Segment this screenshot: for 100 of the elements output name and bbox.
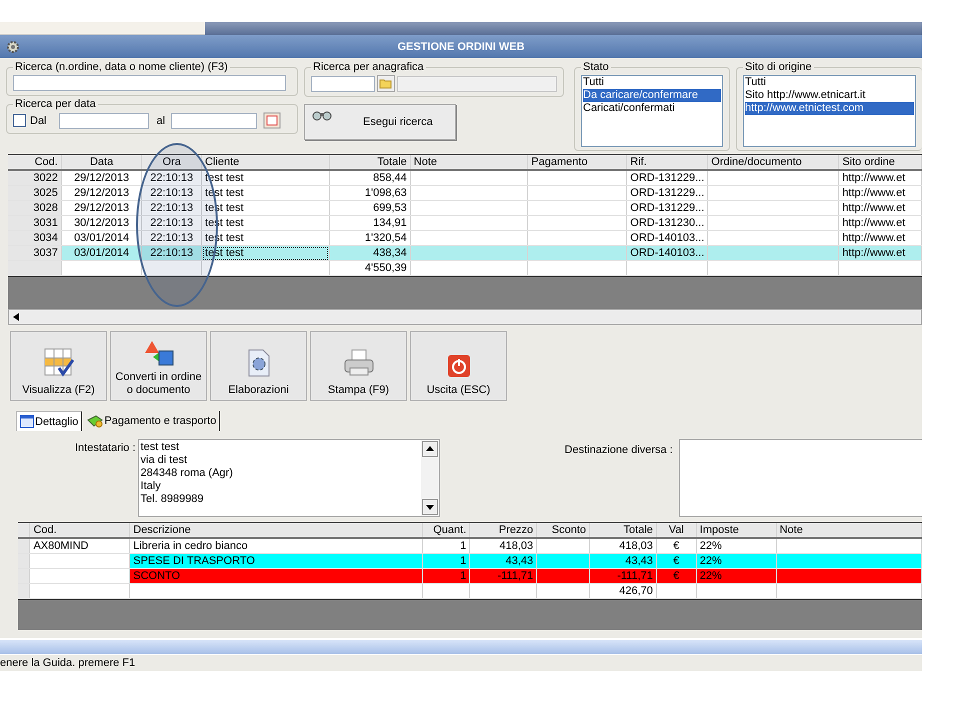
address-field[interactable]: test test via di test 284348 roma (Agr) Italy Tel. 8989989 [138, 439, 440, 517]
column-header[interactable]: Sito ordine [838, 155, 922, 170]
money-icon [87, 414, 104, 428]
table-cell: -111,71 [590, 568, 656, 584]
arrow-down-icon[interactable] [422, 499, 438, 515]
table-cell: 22:10:13 [142, 186, 202, 200]
list-item[interactable]: Tutti [745, 76, 914, 89]
tab[interactable]: Pagamento e trasporto [84, 411, 220, 431]
table-cell: 30/12/2013 [61, 216, 142, 230]
table-cell: 29/12/2013 [61, 170, 142, 186]
column-header[interactable]: Rif. [626, 155, 708, 170]
customer-code-field[interactable] [311, 76, 375, 92]
column-header[interactable]: Note [776, 523, 922, 538]
table-cell: 1 [422, 538, 470, 554]
table-cell: http://www.et [838, 170, 922, 186]
group-label: Ricerca per data [14, 98, 97, 110]
column-header[interactable]: Ora [142, 155, 202, 170]
folder-icon[interactable] [377, 75, 395, 92]
toolbar-button[interactable]: Converti in ordine o documento [110, 331, 207, 401]
table-cell: http://www.et [838, 200, 922, 216]
date-from-field[interactable] [58, 112, 149, 128]
table-cell: 3028 [8, 200, 62, 216]
table-cell: http://www.et [838, 246, 922, 260]
table-cell: 22:10:13 [142, 170, 202, 186]
table-cell: 3025 [8, 186, 62, 200]
column-header[interactable]: Cod. [30, 523, 130, 538]
address-line: via di test [140, 454, 188, 467]
total-value: 4'550,39 [364, 262, 407, 274]
address-line: Tel. 8989989 [140, 493, 205, 506]
splitter-bar[interactable] [0, 640, 922, 654]
toolbar-button[interactable]: Uscita (ESC) [410, 331, 507, 401]
arrow-up-icon[interactable] [422, 441, 438, 457]
table-cell: 22:10:13 [142, 246, 202, 260]
table-cell: 22% [696, 568, 776, 584]
list-item[interactable]: Caricati/confermati [583, 102, 721, 115]
column-header[interactable]: Ordine/documento [708, 155, 839, 170]
column-header[interactable]: Totale [329, 155, 410, 170]
destination-field[interactable] [678, 439, 922, 517]
field-label: al [156, 114, 166, 126]
table-cell: 3034 [8, 230, 62, 246]
calendar-icon[interactable] [263, 112, 282, 129]
table-cell: € [656, 568, 696, 584]
list-item[interactable]: http://www.etnictest.com [745, 102, 914, 115]
column-header[interactable]: Descrizione [130, 523, 423, 538]
status-bar: enere la Guida. premere F1 [0, 654, 922, 671]
window-icon [20, 415, 34, 428]
toolbar-button[interactable]: Visualizza (F2) [10, 331, 107, 401]
list-item[interactable]: Sito http://www.etnicart.it [745, 89, 914, 102]
table-cell: SPESE DI TRASPORTO [130, 554, 423, 568]
table-cell: € [656, 554, 696, 568]
table-cell: ORD-131230... [626, 216, 708, 230]
checkbox[interactable] [13, 114, 26, 127]
table-cell: AX80MIND [30, 538, 130, 554]
field-label: Intestatario : [75, 442, 136, 454]
table-cell: -111,71 [470, 568, 537, 584]
table-cell: 438,34 [329, 246, 410, 260]
column-header[interactable]: Imposte [696, 523, 776, 538]
column-header[interactable]: Cod. [8, 155, 62, 170]
tab[interactable]: Dettaglio [16, 411, 82, 431]
table-cell: ORD-131229... [626, 170, 708, 186]
search-button[interactable]: Esegui ricerca [304, 104, 456, 140]
table-cell: ORD-131229... [626, 186, 708, 200]
table-cell: 418,03 [590, 538, 656, 554]
table-cell: 29/12/2013 [61, 186, 142, 200]
table-cell: 43,43 [590, 554, 656, 568]
table-cell: test test [202, 246, 330, 260]
search-field[interactable] [13, 75, 286, 91]
column-header[interactable]: Prezzo [470, 523, 537, 538]
table-cell: 22% [696, 538, 776, 554]
table-cell: 418,03 [470, 538, 537, 554]
column-header[interactable]: Sconto [536, 523, 590, 538]
table-cell: SCONTO [130, 568, 423, 584]
printer-icon [342, 348, 374, 378]
column-header[interactable]: Totale [590, 523, 656, 538]
column-header[interactable]: Cliente [202, 155, 330, 170]
table-cell: 1 [422, 554, 470, 568]
binoculars-icon [311, 109, 333, 121]
table-cell: ORD-131229... [626, 200, 708, 216]
arrow-left-icon[interactable] [13, 313, 19, 321]
table-cell: 3037 [8, 246, 62, 260]
column-header[interactable]: Pagamento [528, 155, 627, 170]
horizontal-scrollbar[interactable] [8, 309, 922, 325]
table-cell: 22:10:13 [142, 200, 202, 216]
list-item[interactable]: Da caricare/confermare [583, 89, 721, 102]
window-title: GESTIONE ORDINI WEB [397, 40, 525, 52]
column-header[interactable]: Quant. [422, 523, 470, 538]
vertical-scrollbar[interactable] [420, 440, 439, 516]
field-label: Destinazione diversa : [564, 444, 673, 456]
gear-icon [6, 40, 20, 54]
table-cell: 3031 [8, 216, 62, 230]
column-header[interactable]: Val [656, 523, 696, 538]
toolbar-button[interactable]: Stampa (F9) [310, 331, 407, 401]
group-label: Sito di origine [744, 61, 813, 73]
toolbar-button[interactable]: Elaborazioni [210, 331, 307, 401]
date-to-field[interactable] [171, 112, 258, 128]
list-item[interactable]: Tutti [583, 76, 721, 89]
column-header[interactable]: Note [410, 155, 528, 170]
column-header[interactable]: Data [61, 155, 142, 170]
table-cell: 29/12/2013 [61, 200, 142, 216]
field-label: Dal [30, 114, 47, 126]
